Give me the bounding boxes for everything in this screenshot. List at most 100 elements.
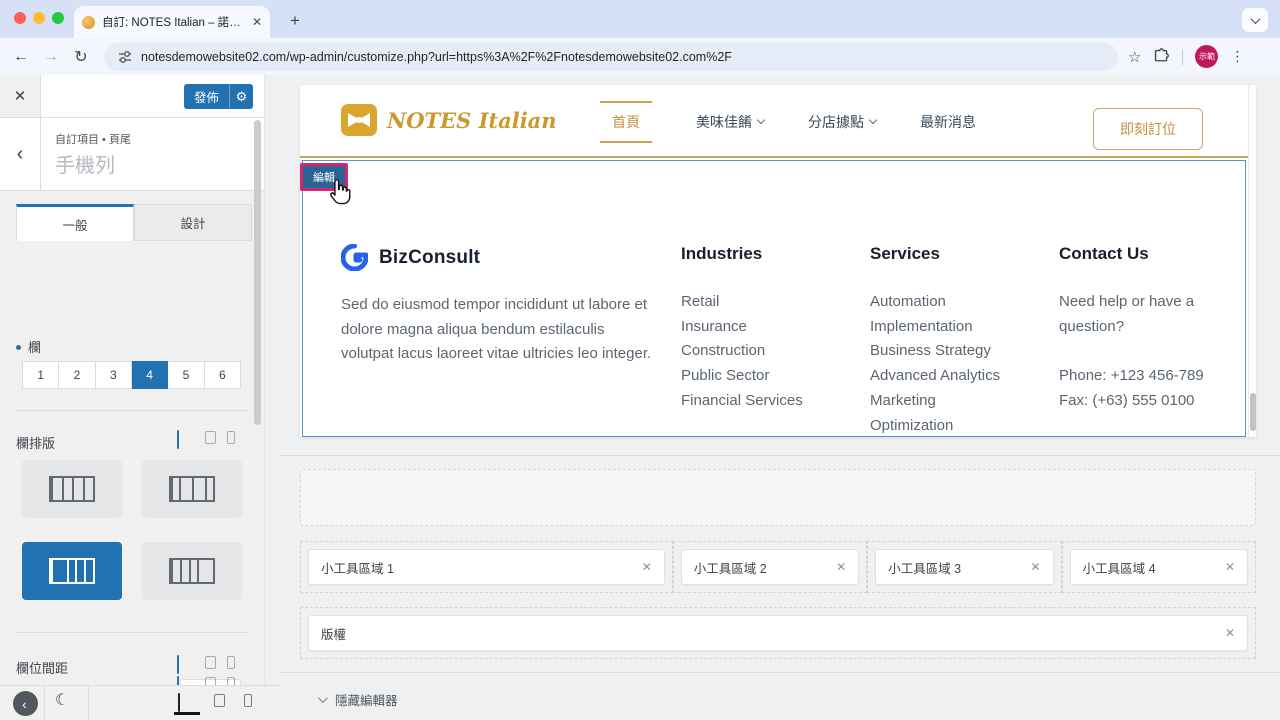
footer-link[interactable]: Optimization — [870, 414, 1060, 437]
chevron-down-icon — [318, 693, 328, 703]
columns-option-5[interactable]: 5 — [168, 361, 204, 389]
site-logo-text: NOTES Italian — [387, 108, 557, 133]
nav-locations[interactable]: 分店據點 — [808, 112, 876, 132]
widget-area-cell[interactable]: 小工具區域 3✕ — [867, 541, 1061, 593]
layout-option-wide-right[interactable] — [142, 542, 242, 600]
tablet-icon[interactable] — [205, 677, 216, 685]
bookmark-star-icon[interactable]: ☆ — [1128, 48, 1141, 66]
tab-design[interactable]: 設計 — [134, 204, 252, 241]
mobile-icon[interactable] — [227, 656, 235, 669]
site-favicon — [82, 16, 95, 29]
preview-desktop-icon-active[interactable] — [178, 694, 195, 707]
preview-scrollbar-thumb[interactable] — [1250, 393, 1256, 431]
extensions-icon[interactable] — [1153, 48, 1170, 65]
site-logo[interactable]: NOTES Italian — [340, 103, 557, 137]
hide-editor-button[interactable]: 隱藏編輯器 — [318, 690, 398, 709]
traffic-light-zoom[interactable] — [52, 12, 64, 24]
columns-option-4-selected[interactable]: 4 — [132, 361, 168, 389]
preview-scrollbar[interactable] — [1248, 85, 1256, 437]
back-icon[interactable]: ← — [6, 48, 36, 66]
footer-link[interactable]: Implementation — [870, 315, 1060, 340]
mobile-icon[interactable] — [227, 677, 235, 685]
publish-settings-gear-icon[interactable]: ⚙ — [229, 84, 253, 109]
footer-link[interactable]: Automation — [870, 290, 1060, 315]
screen: 自訂: NOTES Italian – 諾特斯 ✕ + ← → ↻ notesd… — [0, 0, 1280, 720]
reload-icon[interactable]: ↻ — [66, 47, 96, 67]
layout-label: 欄排版 — [16, 433, 55, 452]
columns-count-selector: 1 2 3 4 5 6 — [22, 361, 241, 389]
desktop-icon[interactable] — [177, 431, 194, 444]
footer-link[interactable]: Insurance — [681, 315, 861, 340]
columns-option-3[interactable]: 3 — [96, 361, 132, 389]
footer-services-column: Services Automation Implementation Busin… — [870, 244, 1060, 437]
reserve-button[interactable]: 即刻訂位 — [1093, 108, 1203, 150]
services-heading: Services — [870, 244, 1060, 264]
tablet-icon[interactable] — [205, 656, 216, 669]
forward-icon[interactable]: → — [36, 48, 66, 66]
close-icon[interactable]: ✕ — [1031, 560, 1041, 574]
footer-section-selected[interactable]: BizConsult Sed do eiusmod tempor incidid… — [302, 160, 1246, 437]
chevron-down-icon — [1250, 14, 1260, 24]
browser-menu-icon[interactable]: ⋮ — [1230, 48, 1244, 65]
layout-option-wide-left-selected[interactable] — [22, 542, 122, 600]
sidebar-scrollbar[interactable] — [254, 120, 261, 425]
close-icon[interactable]: ✕ — [836, 560, 846, 574]
dark-mode-moon-icon[interactable]: ☾ — [55, 690, 69, 710]
url-bar[interactable]: notesdemowebsite02.com/wp-admin/customiz… — [104, 43, 1118, 71]
customizer-close-button[interactable]: ✕ — [0, 75, 41, 117]
close-icon[interactable]: ✕ — [1225, 560, 1235, 574]
footer-link[interactable]: Business Strategy — [870, 339, 1060, 364]
footer-brand-name: BizConsult — [379, 247, 480, 269]
columns-option-2[interactable]: 2 — [59, 361, 95, 389]
desktop-icon[interactable] — [177, 656, 194, 669]
footer-link[interactable]: Marketing — [870, 389, 1060, 414]
widget-area-label: 小工具區域 4 — [1083, 558, 1225, 577]
preview-mobile-icon[interactable] — [244, 694, 252, 707]
copyright-cell[interactable]: 版權✕ — [300, 607, 1256, 659]
footer-link[interactable]: Financial Services — [681, 389, 861, 414]
footer-link[interactable]: Construction — [681, 339, 861, 364]
next-section-clipped — [0, 672, 265, 685]
contact-heading: Contact Us — [1059, 244, 1211, 264]
close-icon[interactable]: ✕ — [1225, 626, 1235, 640]
preview-tablet-icon[interactable] — [214, 694, 225, 707]
new-tab-button[interactable]: + — [282, 9, 308, 35]
publish-button[interactable]: 發佈 ⚙ — [184, 84, 253, 109]
panel-back-button[interactable]: ‹ — [0, 118, 41, 190]
collapse-sidebar-button[interactable]: ‹ — [13, 691, 38, 716]
footer-link[interactable]: Retail — [681, 290, 861, 315]
columns-option-6[interactable]: 6 — [205, 361, 241, 389]
profile-avatar[interactable]: 示範 — [1195, 45, 1218, 68]
tab-close-icon[interactable]: ✕ — [252, 15, 262, 29]
columns-option-1[interactable]: 1 — [22, 361, 59, 389]
footer-link[interactable]: Public Sector — [681, 364, 861, 389]
footer-description: Sed do eiusmod tempor incididunt ut labo… — [341, 293, 661, 367]
browser-tab[interactable]: 自訂: NOTES Italian – 諾特斯 ✕ — [74, 6, 270, 38]
widget-area-cell[interactable]: 小工具區域 2✕ — [673, 541, 867, 593]
nav-news[interactable]: 最新消息 — [920, 112, 976, 132]
nav-menu[interactable]: 美味佳餚 — [696, 112, 764, 132]
mobile-icon[interactable] — [227, 431, 235, 444]
layout-option-equal[interactable] — [22, 460, 122, 518]
desktop-icon[interactable] — [177, 677, 194, 685]
site-preview-card: NOTES Italian 首頁 美味佳餚 分店據點 最新消息 即刻訂位 — [300, 85, 1256, 437]
traffic-light-close[interactable] — [14, 12, 26, 24]
footer-brand-column: BizConsult Sed do eiusmod tempor incidid… — [341, 244, 663, 367]
widget-area-cell[interactable]: 小工具區域 4✕ — [1062, 541, 1256, 593]
tab-general[interactable]: 一般 — [16, 204, 134, 241]
tablet-icon[interactable] — [205, 431, 216, 444]
section-divider — [16, 410, 248, 411]
nav-home[interactable]: 首頁 — [600, 101, 652, 143]
footer-link[interactable]: Advanced Analytics — [870, 364, 1060, 389]
close-icon[interactable]: ✕ — [642, 560, 652, 574]
copyright-label: 版權 — [321, 624, 1225, 643]
chevron-down-icon — [757, 116, 765, 124]
traffic-light-minimize[interactable] — [33, 12, 45, 24]
window-chevron-button[interactable] — [1242, 8, 1268, 32]
customizer-sidebar: ✕ 發佈 ⚙ ‹ 自訂項目 • 頁尾 手機列 一般 設計 欄 1 2 3 4 — [0, 75, 265, 685]
columns-label: 欄 — [16, 337, 41, 356]
widget-area-cell[interactable]: 小工具區域 1✕ — [300, 541, 673, 593]
empty-builder-row[interactable] — [300, 469, 1256, 526]
layout-option-wide-center[interactable] — [142, 460, 242, 518]
bottombar-divider — [44, 686, 45, 720]
